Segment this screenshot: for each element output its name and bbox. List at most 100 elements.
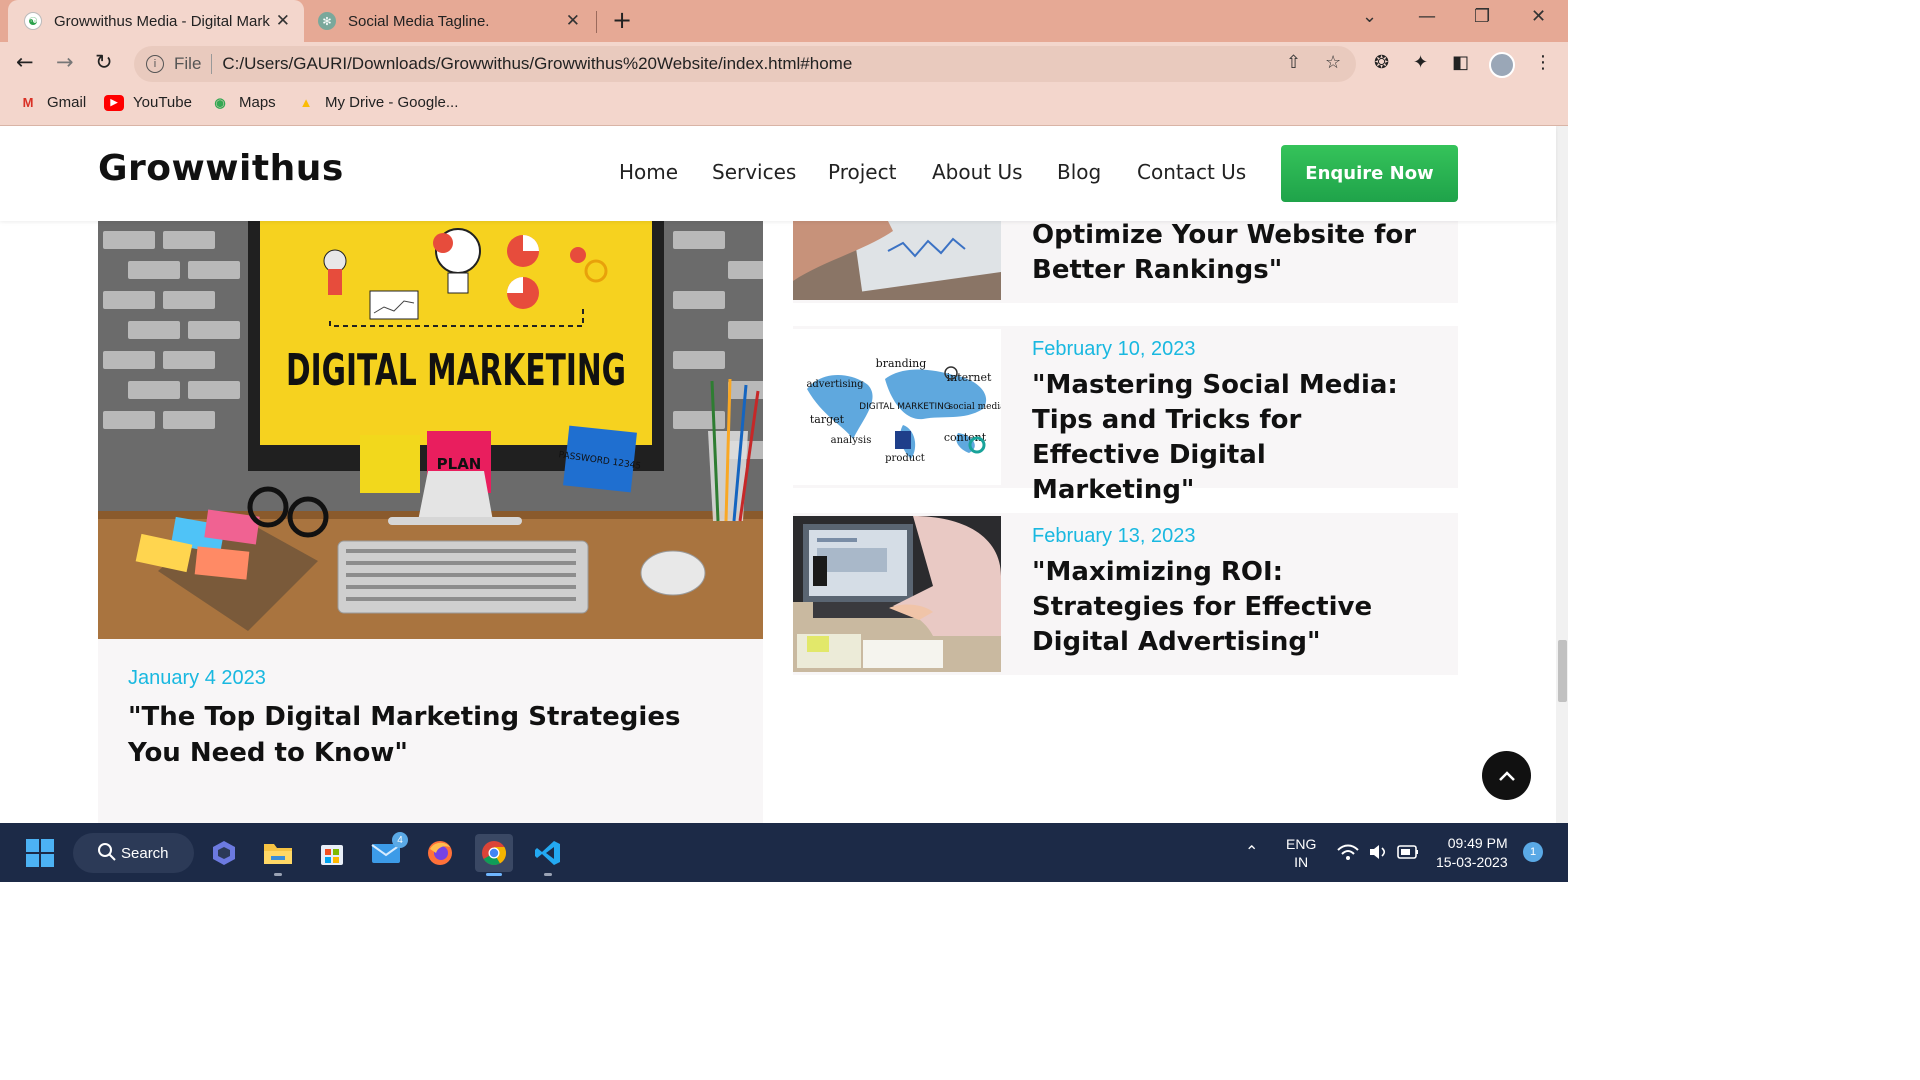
map-word-analysis: analysis (831, 435, 872, 446)
digital-marketing-map-image: branding advertising internet DIGITAL MA… (793, 329, 1001, 485)
tab-social-media-tagline[interactable]: ✻ Social Media Tagline. ✕ (304, 0, 594, 42)
web-page-viewport: Growwithus Home Services Project About U… (0, 126, 1568, 823)
new-tab-button[interactable]: + (612, 6, 632, 34)
laptop-work-image (793, 516, 1001, 672)
scrollbar-thumb[interactable] (1558, 640, 1567, 702)
post-thumbnail-laptop[interactable] (793, 516, 1001, 672)
bookmark-star-icon[interactable]: ☆ (1325, 52, 1341, 73)
language-code: ENG (1286, 836, 1317, 852)
close-tab-icon[interactable]: ✕ (566, 11, 580, 31)
taskbar-search[interactable]: Search (73, 833, 194, 873)
nav-home[interactable]: Home (619, 160, 678, 184)
scheme-label: File (174, 54, 202, 73)
map-word-digital-marketing: DIGITAL MARKETING (859, 402, 951, 412)
browser-tab-strip: ☯ Growwithus Media - Digital Mark ✕ ✻ So… (0, 0, 1568, 42)
featured-post-title[interactable]: "The Top Digital Marketing Strategies Yo… (128, 699, 728, 771)
vscode-icon (535, 841, 560, 865)
post-title[interactable]: "Maximizing ROI: Strategies for Effectiv… (1032, 555, 1432, 660)
clock[interactable]: 09:49 PM 15-03-2023 (1436, 834, 1508, 872)
bookmark-label: Gmail (47, 94, 87, 111)
menu-kebab-icon[interactable]: ⋮ (1534, 52, 1552, 73)
post-thumbnail-world-map[interactable]: branding advertising internet DIGITAL MA… (793, 329, 1001, 485)
windows-taskbar: Search 4 ⌃ ENG IN 09:49 PM 15-03-2023 1 (0, 823, 1568, 882)
map-word-internet: internet (947, 371, 992, 384)
post-title[interactable]: Optimize Your Website for Better Ranking… (1032, 218, 1432, 288)
site-info-icon[interactable]: i (146, 55, 164, 73)
map-word-product: product (885, 453, 925, 464)
restore-button[interactable]: ❐ (1474, 6, 1490, 27)
image-headline-text: DIGITAL MARKETING (286, 345, 626, 396)
back-button[interactable]: ← (16, 50, 34, 74)
map-word-advertising: advertising (806, 379, 864, 390)
gmail-icon: M (22, 95, 34, 110)
taskbar-app-store[interactable] (313, 834, 351, 872)
windows-logo-icon (41, 839, 54, 852)
taskbar-app-vscode[interactable] (529, 834, 567, 876)
extensions-puzzle-icon[interactable]: ✦ (1413, 52, 1428, 73)
featured-blog-card[interactable]: DIGITAL MARKETING PLAN PASSWORD 12345 Ja… (98, 221, 763, 823)
minimize-button[interactable]: — (1418, 6, 1436, 27)
taskbar-app-chrome[interactable] (475, 834, 513, 876)
side-panel-icon[interactable]: ◧ (1452, 52, 1469, 73)
tab-search-chevron-icon[interactable]: ⌄ (1362, 6, 1377, 27)
taskbar-app-copilot[interactable] (205, 834, 243, 872)
clock-time: 09:49 PM (1447, 835, 1508, 851)
extension-bug-icon[interactable]: ❂ (1374, 52, 1389, 73)
bookmark-my-drive[interactable]: ▲ My Drive - Google... (296, 94, 459, 111)
taskbar-app-file-explorer[interactable] (259, 834, 297, 876)
page-scrollbar[interactable] (1556, 126, 1568, 823)
share-icon[interactable]: ⇧ (1286, 52, 1301, 73)
chatgpt-favicon-icon: ✻ (318, 12, 336, 30)
show-hidden-icons-chevron-icon[interactable]: ⌃ (1245, 842, 1258, 862)
clock-date: 15-03-2023 (1436, 854, 1508, 870)
search-icon (98, 843, 116, 861)
forward-button[interactable]: → (56, 50, 74, 74)
store-icon (321, 845, 343, 865)
language-indicator[interactable]: ENG IN (1286, 835, 1316, 871)
nav-project[interactable]: Project (828, 160, 896, 184)
taskbar-app-mail[interactable]: 4 (367, 832, 408, 872)
featured-post-image[interactable]: DIGITAL MARKETING PLAN PASSWORD 12345 (98, 221, 763, 639)
enquire-now-button[interactable]: Enquire Now (1281, 145, 1458, 202)
folder-icon (264, 844, 292, 864)
maps-icon: ◉ (214, 94, 226, 110)
post-title[interactable]: "Mastering Social Media: Tips and Tricks… (1032, 368, 1432, 508)
active-indicator (486, 873, 502, 876)
nav-blog[interactable]: Blog (1057, 160, 1101, 184)
taskbar-app-firefox[interactable] (421, 834, 459, 872)
bookmarks-bar: M Gmail ▶ YouTube ◉ Maps ▲ My Drive - Go… (0, 86, 1568, 126)
back-to-top-button[interactable] (1482, 751, 1531, 800)
bookmark-label: YouTube (133, 94, 192, 111)
nav-services[interactable]: Services (712, 160, 796, 184)
chrome-icon (482, 841, 507, 866)
close-tab-icon[interactable]: ✕ (276, 11, 290, 31)
map-word-target: target (810, 413, 845, 426)
blog-card-social-media[interactable]: branding advertising internet DIGITAL MA… (793, 326, 1458, 505)
tab-growwithus[interactable]: ☯ Growwithus Media - Digital Mark ✕ (8, 0, 304, 42)
nav-contact-us[interactable]: Contact Us (1137, 160, 1246, 184)
bookmark-gmail[interactable]: M Gmail (18, 94, 87, 111)
wifi-icon (1337, 844, 1359, 851)
chevron-up-icon (1498, 770, 1515, 781)
start-button[interactable] (26, 839, 54, 867)
tray-network-volume-battery[interactable] (1336, 842, 1422, 867)
running-indicator (544, 873, 552, 876)
blog-card-maximizing-roi[interactable]: February 13, 2023 "Maximizing ROI: Strat… (793, 513, 1458, 675)
notifications-badge[interactable]: 1 (1523, 842, 1543, 862)
url-text[interactable]: C:/Users/GAURI/Downloads/Growwithus/Grow… (222, 54, 852, 74)
featured-post-date: January 4 2023 (128, 667, 266, 689)
youtube-icon: ▶ (104, 94, 124, 111)
bookmark-maps[interactable]: ◉ Maps (210, 94, 276, 111)
bookmark-label: Maps (239, 94, 276, 111)
close-window-button[interactable]: ✕ (1531, 6, 1546, 27)
browser-toolbar: ← → ↻ i File C:/Users/GAURI/Downloads/Gr… (0, 42, 1568, 86)
profile-avatar[interactable] (1489, 52, 1515, 78)
address-bar[interactable]: i File C:/Users/GAURI/Downloads/Growwith… (134, 46, 1356, 82)
mail-badge: 4 (392, 832, 408, 848)
region-code: IN (1294, 854, 1309, 870)
nav-about-us[interactable]: About Us (932, 160, 1023, 184)
reload-button[interactable]: ↻ (95, 50, 113, 74)
drive-icon: ▲ (299, 95, 313, 110)
site-logo[interactable]: Growwithus (98, 148, 344, 189)
bookmark-youtube[interactable]: ▶ YouTube (104, 94, 192, 111)
